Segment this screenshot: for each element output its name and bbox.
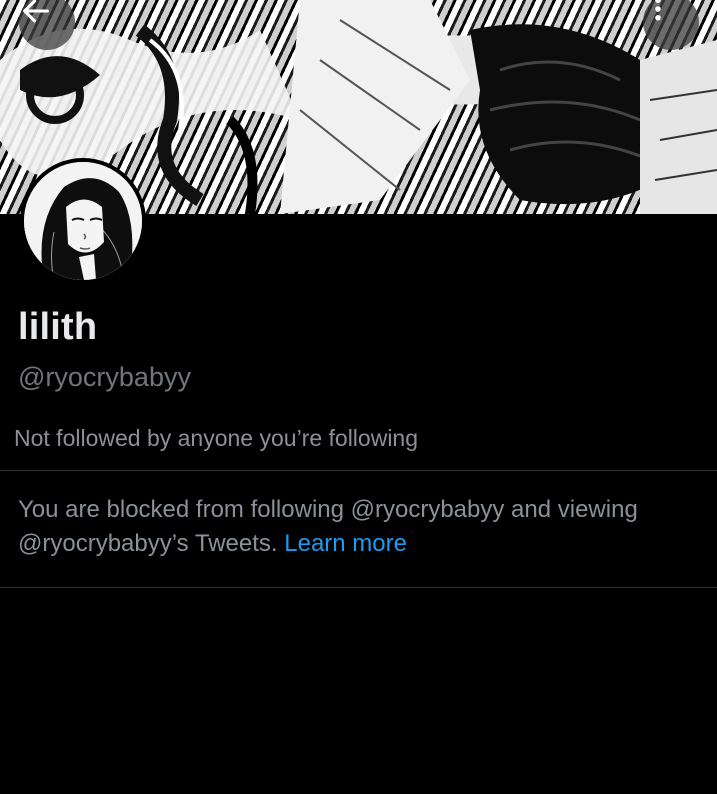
avatar[interactable]: [20, 158, 146, 284]
divider: [0, 470, 717, 471]
learn-more-link[interactable]: Learn more: [284, 530, 407, 557]
avatar-image: [24, 162, 142, 280]
followers-you-know-note: Not followed by anyone you’re following: [14, 425, 419, 451]
display-name: lilith: [18, 306, 98, 348]
profile-handle: @ryocrybabyy: [18, 362, 191, 392]
blocked-notice: You are blocked from following @ryocryba…: [18, 493, 708, 561]
divider: [0, 587, 717, 588]
